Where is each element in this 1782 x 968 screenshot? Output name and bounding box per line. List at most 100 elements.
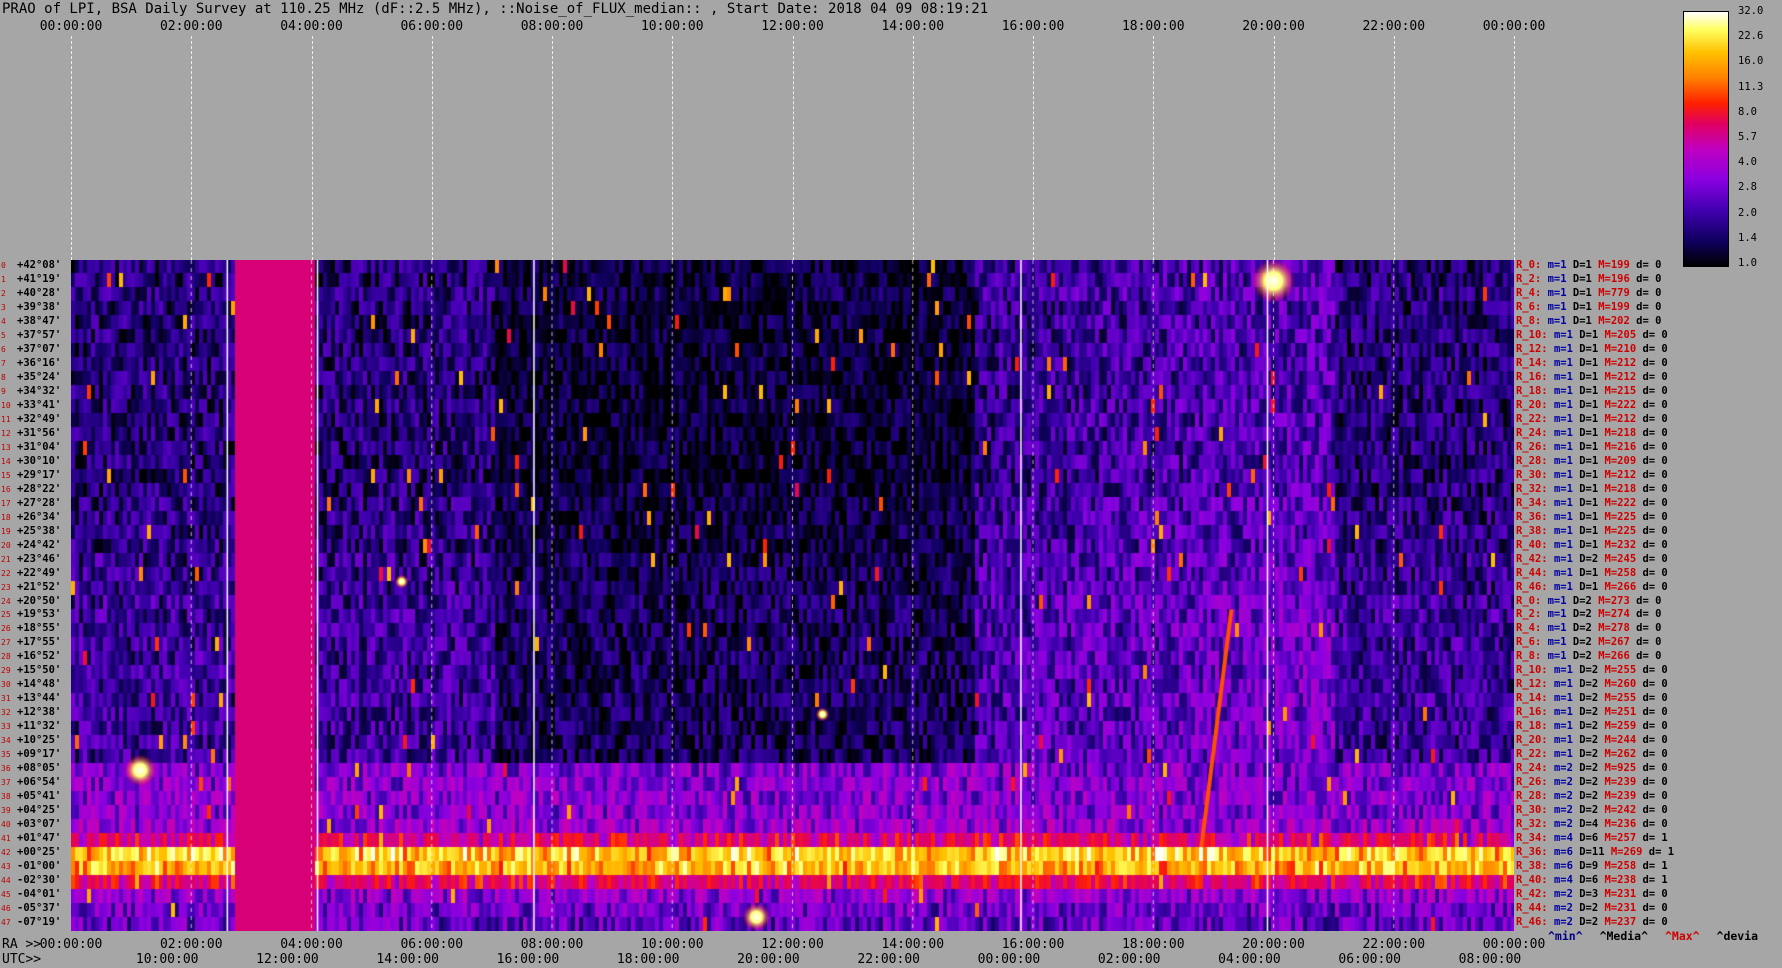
row-stat-r: R_4:: [1516, 622, 1548, 635]
dec-label: +18°55': [17, 622, 62, 635]
row-stat-m: m=4: [1553, 832, 1580, 845]
row-stat: R_6: m=1 D=2 M=267 d= 0: [1516, 636, 1661, 648]
row-stat-m: m=1: [1553, 566, 1580, 579]
dec-label: +23°46': [17, 552, 62, 565]
row-stat-dv: d= 0: [1642, 748, 1668, 761]
row-index: 47: [1, 918, 11, 928]
row-stat-M: M=231: [1604, 888, 1643, 901]
row-index: 46: [1, 904, 11, 914]
row-stat: R_28: m=1 D=1 M=209 d= 0: [1516, 455, 1668, 467]
ra-tick: 18:00:00: [1121, 937, 1185, 952]
row-stat-M: M=202: [1598, 314, 1637, 327]
row-stat-m: m=2: [1553, 804, 1580, 817]
row-stat-d: D=1: [1579, 496, 1605, 509]
dec-label: +38°47': [17, 314, 62, 327]
row-stat: R_40: m=4 D=6 M=238 d= 1: [1516, 874, 1668, 886]
dec-label: -02°30': [17, 874, 62, 887]
grid-line: [1393, 36, 1395, 260]
utc-axis-label: UTC>>: [2, 952, 42, 967]
row-stat-M: M=273: [1598, 594, 1637, 607]
row-stat-m: m=1: [1553, 370, 1580, 383]
dec-label: +08°05': [17, 762, 62, 775]
row-stat-dv: d= 0: [1642, 342, 1668, 355]
row-stat-dv: d= 0: [1642, 678, 1668, 691]
top-tick: 16:00:00: [1001, 19, 1065, 34]
row-index: 5: [1, 330, 6, 340]
row-stat-dv: d= 0: [1636, 286, 1662, 299]
row-stat-dv: d= 0: [1642, 888, 1668, 901]
row-index: 41: [1, 834, 11, 844]
ra-tick: 12:00:00: [761, 937, 824, 952]
row-index: 20: [1, 540, 11, 550]
dec-label: +22°49': [17, 566, 62, 579]
dec-label: +00°25': [17, 846, 62, 859]
dec-label: +31°56': [17, 426, 62, 439]
row-index: 29: [1, 666, 11, 676]
row-stat-r: R_18:: [1516, 720, 1554, 733]
dec-label: +31°04': [17, 440, 62, 453]
row-stat-d: D=9: [1579, 860, 1605, 873]
ra-tick: 06:00:00: [400, 937, 464, 952]
row-stat-dv: d= 0: [1642, 734, 1668, 747]
top-tick: 02:00:00: [159, 19, 223, 34]
row-stat-M: M=274: [1598, 608, 1637, 621]
row-stat-M: M=218: [1604, 426, 1643, 439]
colorbar-tick: 22.6: [1738, 30, 1764, 43]
row-stat-dv: d= 0: [1642, 566, 1668, 579]
row-stat: R_38: m=1 D=1 M=225 d= 0: [1516, 525, 1668, 537]
row-stat: R_8: m=1 D=1 M=202 d= 0: [1516, 315, 1661, 327]
row-stat: R_6: m=1 D=1 M=199 d= 0: [1516, 301, 1661, 313]
row-stat-dv: d= 0: [1642, 356, 1668, 369]
row-stat-dv: d= 0: [1636, 608, 1662, 621]
dec-label: +40°28': [17, 286, 62, 299]
utc-tick: 16:00:00: [496, 952, 560, 967]
color-scale-bar: [1683, 11, 1729, 267]
row-stat-m: m=1: [1553, 412, 1580, 425]
row-index: 28: [1, 652, 11, 662]
row-index: 37: [1, 778, 11, 788]
row-stat-M: M=215: [1604, 384, 1643, 397]
row-stat-m: m=1: [1553, 328, 1580, 341]
row-stat-m: m=1: [1553, 748, 1580, 761]
row-stat: R_42: m=2 D=3 M=231 d= 0: [1516, 888, 1668, 900]
dec-label: +09°17': [17, 748, 62, 761]
row-stat-d: D=1: [1579, 328, 1605, 341]
row-stat-m: m=4: [1553, 874, 1580, 887]
row-stat-d: D=2: [1579, 762, 1605, 775]
dec-label: +05°41': [17, 790, 62, 803]
dec-label: +25°38': [17, 524, 62, 537]
row-stat-M: M=237: [1604, 916, 1643, 929]
row-stat-d: D=2: [1579, 692, 1605, 705]
dec-label: +24°42': [17, 538, 62, 551]
dec-label: +13°44': [17, 692, 62, 705]
row-stat-M: M=222: [1604, 496, 1643, 509]
grid-line: [672, 36, 674, 260]
grid-line: [552, 36, 553, 260]
row-stat-m: m=1: [1547, 650, 1573, 663]
row-stat-d: D=2: [1572, 622, 1599, 635]
row-index: 8: [1, 372, 6, 382]
row-stat-m: m=6: [1553, 846, 1580, 859]
dec-label: +32°49': [17, 412, 62, 425]
row-index: 44: [1, 876, 11, 886]
row-stat-dv: d= 0: [1636, 636, 1662, 649]
dec-label: +42°08': [17, 259, 62, 271]
grid-line: [431, 36, 433, 260]
row-stat-dv: d= 0: [1642, 720, 1668, 733]
row-stat-r: R_16:: [1516, 370, 1554, 383]
row-stat-M: M=216: [1604, 440, 1643, 453]
row-stat-m: m=2: [1553, 776, 1580, 789]
row-stat-r: R_8:: [1516, 314, 1548, 327]
row-stat: R_4: m=1 D=1 M=779 d= 0: [1516, 287, 1661, 299]
row-stat-d: D=4: [1579, 818, 1605, 831]
row-stat-dv: d= 1: [1642, 860, 1668, 873]
row-stat-d: D=2: [1572, 650, 1599, 663]
utc-tick: 18:00:00: [616, 952, 680, 967]
legend-median: ^Media^: [1599, 929, 1649, 943]
row-stat-d: D=1: [1579, 412, 1605, 425]
row-stat-M: M=199: [1598, 259, 1637, 271]
row-stat: R_46: m=1 D=1 M=266 d= 0: [1516, 581, 1668, 593]
row-stat-d: D=2: [1579, 720, 1605, 733]
row-stat-d: D=1: [1579, 426, 1605, 439]
legend-min: ^min^: [1548, 929, 1583, 943]
